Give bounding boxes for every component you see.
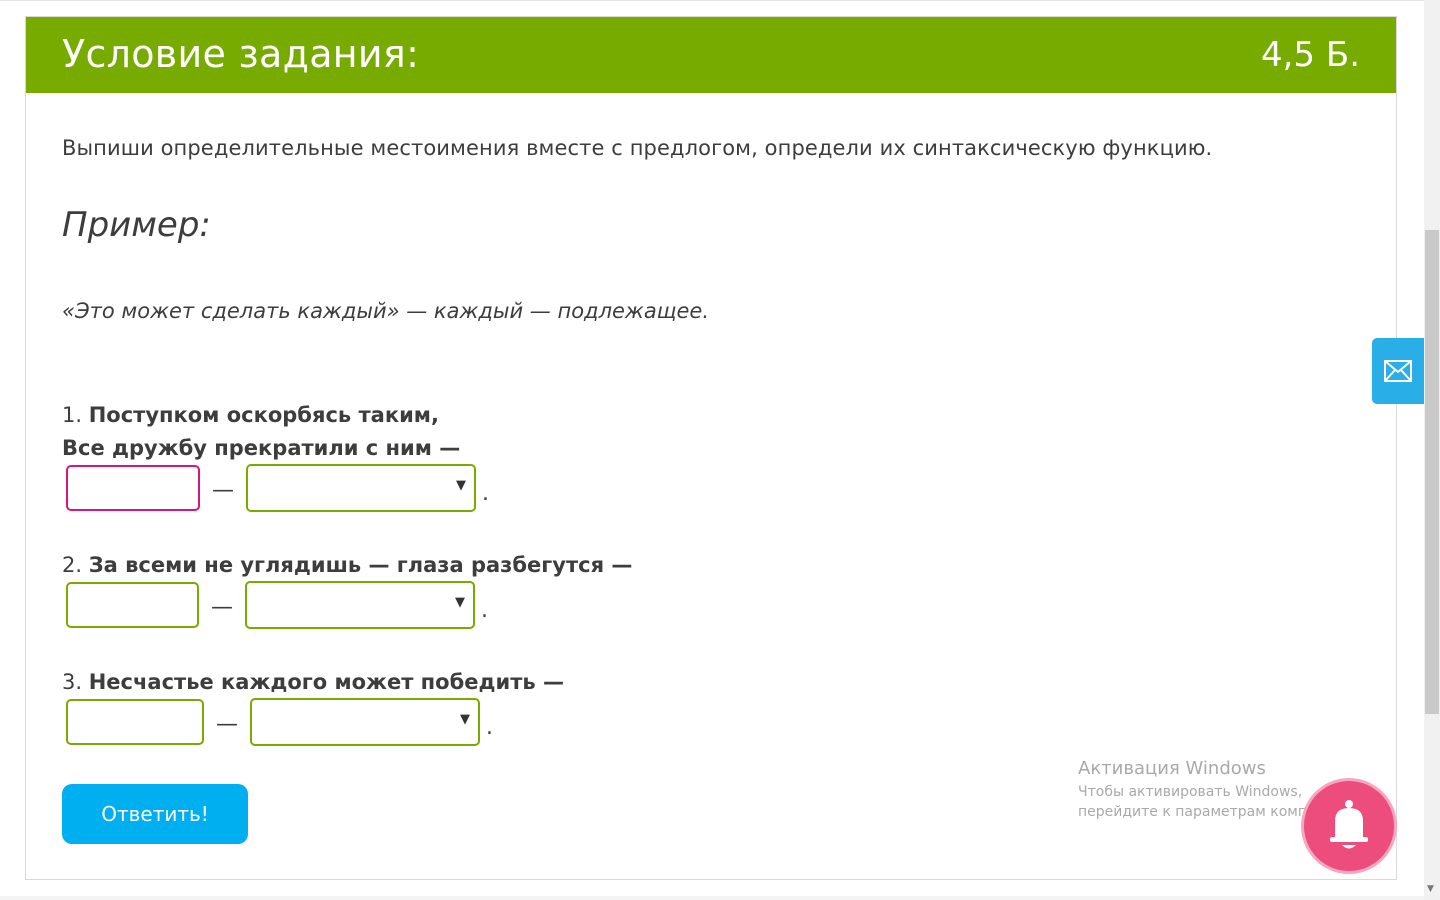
example-text: «Это может сделать каждый» — каждый — по… <box>62 299 710 323</box>
answer-3-dash: — <box>216 712 238 737</box>
answer-2-period: . <box>481 597 488 623</box>
task-instruction: Выпиши определительные местоимения вмест… <box>62 136 1213 160</box>
feedback-mail-tab[interactable] <box>1372 338 1424 404</box>
scroll-down-arrow-icon[interactable]: ▼ <box>1427 884 1434 894</box>
chevron-down-icon: ▼ <box>455 595 465 610</box>
answer-row-3: — ▼ . <box>66 697 493 747</box>
answer-2-function-select[interactable]: ▼ <box>245 581 475 629</box>
question-text-line1: За всеми не углядишь — глаза разбегутся … <box>88 553 633 577</box>
question-number: 3. <box>62 670 83 694</box>
bell-icon <box>1330 800 1368 849</box>
task-title: Условие задания: <box>62 32 420 76</box>
question-1: 1. Поступком оскорбясь таким, Все дружбу… <box>62 399 460 465</box>
task-card: Условие задания: 4,5 Б. Выпиши определит… <box>25 16 1397 880</box>
answer-1-period: . <box>482 480 489 506</box>
chevron-down-icon: ▼ <box>456 478 466 493</box>
question-text-line2: Все дружбу прекратили с ним — <box>62 436 461 460</box>
answer-row-2: — ▼ . <box>66 580 488 630</box>
example-heading: Пример: <box>62 205 211 245</box>
submit-answer-button[interactable]: Ответить! <box>62 784 248 844</box>
answer-1-function-select[interactable]: ▼ <box>246 464 476 512</box>
question-text-line1: Несчастье каждого может победить — <box>88 670 564 694</box>
watermark-title: Активация Windows <box>1078 758 1266 779</box>
bottom-divider <box>0 896 1424 900</box>
top-divider <box>0 0 1424 1</box>
question-number: 2. <box>62 553 83 577</box>
chevron-down-icon: ▼ <box>460 712 470 727</box>
answer-row-1: — ▼ . <box>66 463 489 513</box>
notifications-bell-button[interactable] <box>1304 781 1394 871</box>
answer-3-pronoun-input[interactable] <box>66 699 204 745</box>
question-3: 3. Несчастье каждого может победить — <box>62 666 564 699</box>
task-header: Условие задания: 4,5 Б. <box>26 17 1396 93</box>
question-2: 2. За всеми не углядишь — глаза разбегут… <box>62 549 632 582</box>
answer-3-function-select[interactable]: ▼ <box>250 698 480 746</box>
task-points: 4,5 Б. <box>1260 35 1360 75</box>
answer-1-pronoun-input[interactable] <box>66 465 200 511</box>
answer-2-pronoun-input[interactable] <box>66 582 199 628</box>
answer-2-dash: — <box>211 595 233 620</box>
scrollbar-thumb[interactable] <box>1425 230 1439 714</box>
question-text-line1: Поступком оскорбясь таким, <box>88 403 439 427</box>
answer-1-dash: — <box>212 478 234 503</box>
question-number: 1. <box>62 403 83 427</box>
envelope-icon <box>1384 360 1412 382</box>
answer-3-period: . <box>486 714 493 740</box>
